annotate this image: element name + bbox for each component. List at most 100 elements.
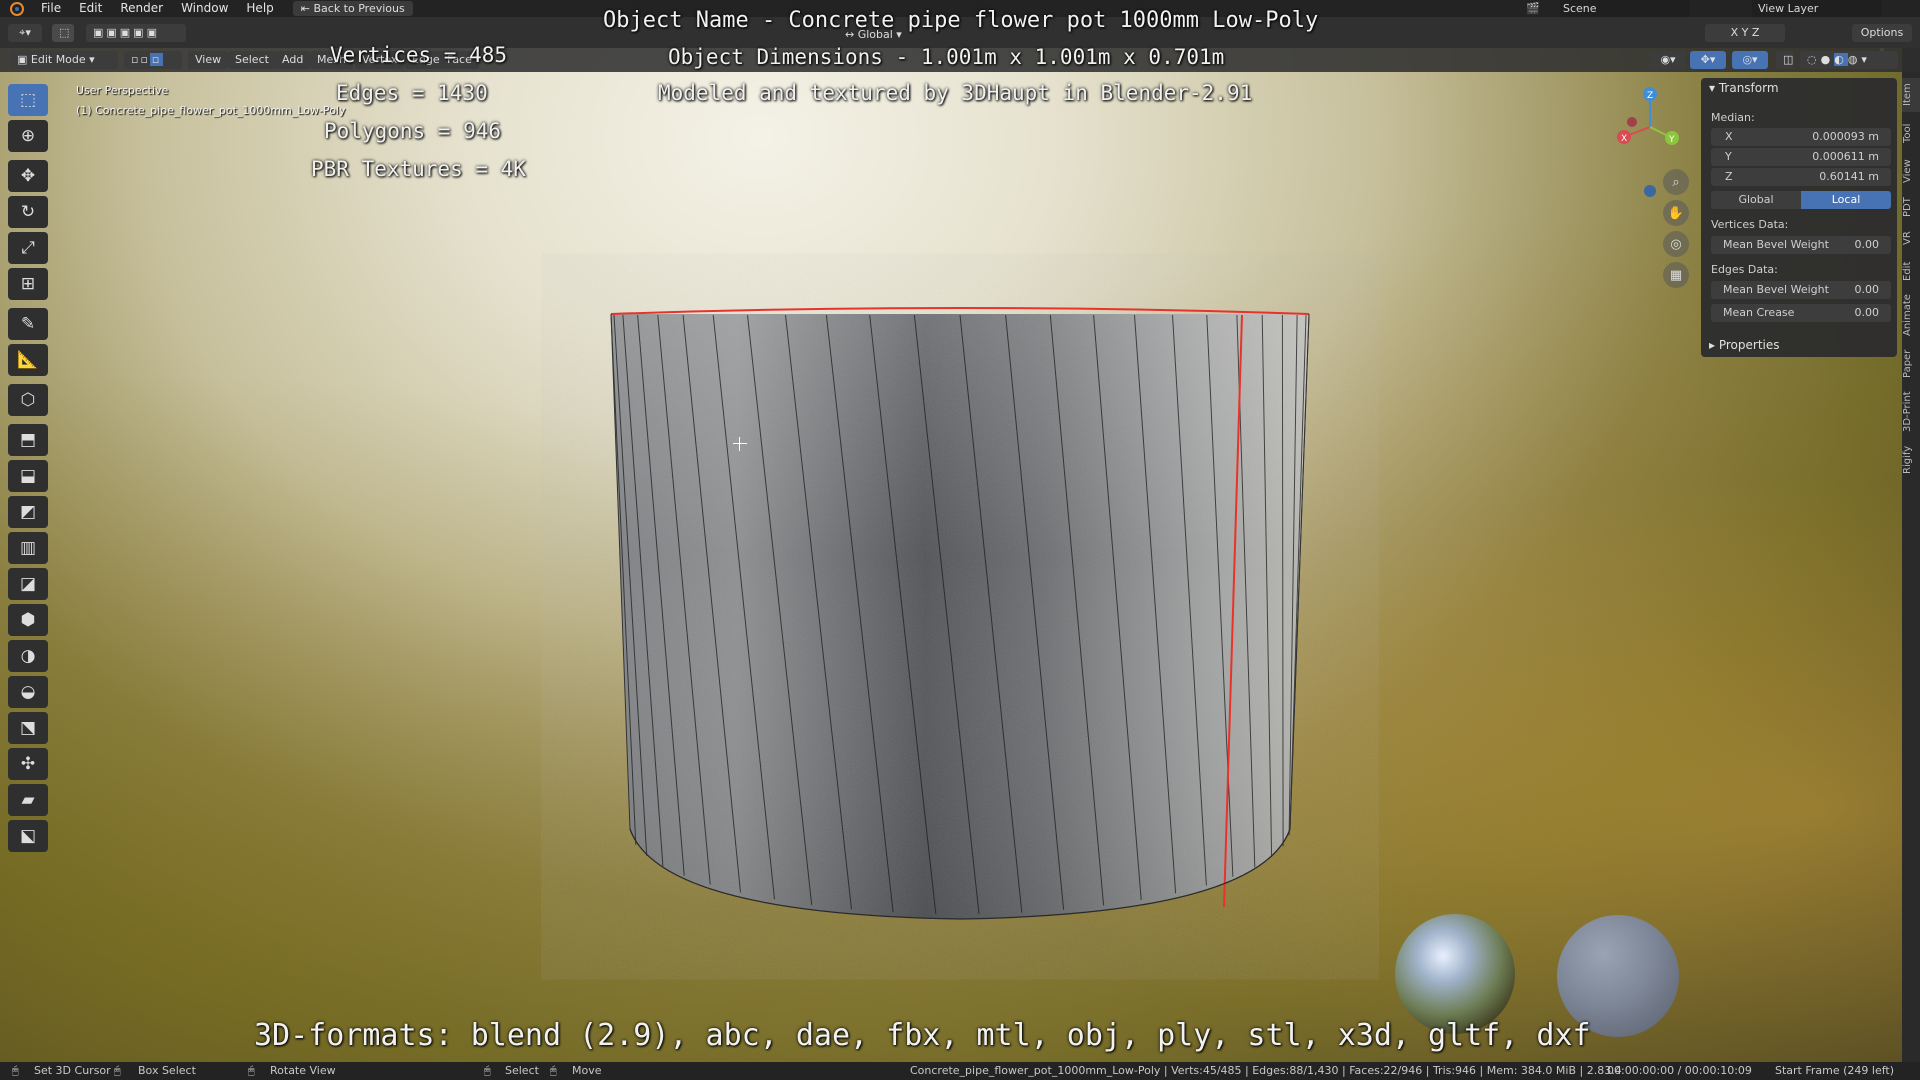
- transform-tool-icon[interactable]: ⊞: [8, 268, 48, 300]
- local-toggle[interactable]: Local: [1801, 191, 1891, 209]
- edges-count: Edges = 1430: [336, 81, 488, 105]
- mouse-move-icon: 🖱: [550, 1064, 557, 1077]
- sidebar-tabs: Item Tool View PDT VR Edit Animate Paper…: [1902, 72, 1920, 1070]
- selection-mode-icons[interactable]: ▣▣▣▣▣: [86, 24, 186, 42]
- gizmo-toggle-icon[interactable]: ✥▾: [1690, 51, 1726, 69]
- tab-view[interactable]: View: [1902, 154, 1920, 188]
- properties-header[interactable]: ▸ Properties: [1709, 338, 1780, 352]
- tab-3d-print[interactable]: 3D-Print: [1902, 388, 1920, 436]
- rotate-tool-icon[interactable]: ↻: [8, 196, 48, 228]
- hint-box-select: Box Select: [138, 1064, 196, 1077]
- tab-item[interactable]: Item: [1902, 78, 1920, 112]
- tab-rigify[interactable]: Rigify: [1902, 440, 1920, 480]
- wire-edge: [1281, 314, 1284, 847]
- menu-select[interactable]: Select: [228, 51, 276, 69]
- zoom-icon[interactable]: ⌕: [1663, 169, 1689, 195]
- cursor-tool-icon[interactable]: ⊕: [8, 120, 48, 152]
- menu-add[interactable]: Add: [275, 51, 311, 69]
- frame-info: Start Frame (249 left): [1775, 1064, 1895, 1077]
- shrink-fatten-tool-icon[interactable]: ✣: [8, 748, 48, 780]
- timeline-time: 00:00:00:00 / 00:00:10:09: [1607, 1064, 1752, 1077]
- vertex-bevel-weight-field[interactable]: Mean Bevel Weight 0.00: [1711, 236, 1891, 254]
- annotate-tool-icon[interactable]: ✎: [8, 308, 48, 340]
- xray-toggle-icon[interactable]: ◫: [1776, 51, 1794, 69]
- move-tool-icon[interactable]: ✥: [8, 160, 48, 192]
- mouse-left-icon: 🖱: [12, 1064, 19, 1077]
- edge-bevel-weight-field[interactable]: Mean Bevel Weight 0.00: [1711, 281, 1891, 299]
- mean-crease-field[interactable]: Mean Crease 0.00: [1711, 304, 1891, 322]
- tab-pdt[interactable]: PDT: [1902, 192, 1920, 222]
- mouse-right-icon: 🖱: [484, 1064, 491, 1077]
- tab-paper[interactable]: Paper: [1902, 344, 1920, 384]
- select-mode-buttons[interactable]: ▫▫ ▫: [124, 51, 182, 69]
- 3d-viewport[interactable]: Z X Y ⌕ ✋ ◎ ▦: [0, 34, 1902, 1070]
- overlay-toggle-icon[interactable]: ◎▾: [1732, 51, 1768, 69]
- loop-cut-tool-icon[interactable]: ▥: [8, 532, 48, 564]
- svg-text:Z: Z: [1647, 91, 1653, 101]
- pan-hand-icon[interactable]: ✋: [1663, 200, 1689, 226]
- perspective-label: User Perspective: [76, 84, 169, 97]
- back-icon: ⇤: [300, 2, 314, 15]
- blender-logo-icon[interactable]: [10, 1, 24, 16]
- knife-tool-icon[interactable]: ◪: [8, 568, 48, 600]
- mouse-middle-icon: 🖱: [248, 1064, 255, 1077]
- visibility-icon[interactable]: ◉▾: [1650, 51, 1686, 69]
- shading-mode-icons[interactable]: ◌●◐◍▾: [1800, 51, 1898, 69]
- options-menu[interactable]: Options ▾: [1852, 24, 1912, 57]
- transform-panel: ▾ Transform Median: X 0.000093 m Y 0.00061…: [1701, 78, 1897, 357]
- polygons-count: Polygons = 946: [324, 119, 502, 143]
- vertices-data-label: Vertices Data:: [1711, 218, 1789, 231]
- textures-label: PBR Textures = 4K: [311, 157, 526, 181]
- smooth-tool-icon[interactable]: ◒: [8, 676, 48, 708]
- hint-move: Move: [572, 1064, 602, 1077]
- transform-header[interactable]: ▾ Transform: [1709, 81, 1779, 95]
- edge-slide-tool-icon[interactable]: ⬔: [8, 712, 48, 744]
- editor-type-icon[interactable]: ⌖▾: [8, 24, 42, 42]
- median-x-field[interactable]: X 0.000093 m: [1711, 128, 1891, 146]
- tab-animate[interactable]: Animate: [1902, 290, 1920, 340]
- vertices-count: Vertices = 485: [330, 43, 508, 67]
- global-toggle[interactable]: Global: [1711, 191, 1801, 209]
- bevel-tool-icon[interactable]: ◩: [8, 496, 48, 528]
- extrude-tool-icon[interactable]: ⬒: [8, 424, 48, 456]
- measure-tool-icon[interactable]: 📐: [8, 344, 48, 376]
- menu-file[interactable]: File: [32, 0, 70, 17]
- add-cube-tool-icon[interactable]: ⬡: [8, 384, 48, 416]
- tool-shelf: ⬚ ⊕ ✥ ↻ ⤢ ⊞ ✎ 📐 ⬡ ⬒ ⬓ ◩ ▥ ◪ ⬢ ◑ ◒ ⬔ ✣ ▰ …: [8, 80, 48, 860]
- poly-build-tool-icon[interactable]: ⬢: [8, 604, 48, 636]
- camera-view-icon[interactable]: ◎: [1663, 231, 1689, 257]
- mouse-drag-icon: 🖱: [114, 1064, 121, 1077]
- tab-vr[interactable]: VR: [1902, 224, 1920, 252]
- select-box-icon[interactable]: ⬚: [52, 24, 74, 42]
- svg-text:X: X: [1621, 134, 1627, 144]
- ortho-grid-icon[interactable]: ▦: [1663, 262, 1689, 288]
- rip-region-tool-icon[interactable]: ⬕: [8, 820, 48, 852]
- hdri-preview-sphere: [1395, 914, 1515, 1034]
- scene-icon[interactable]: 🎬: [1526, 2, 1550, 16]
- median-y-field[interactable]: Y 0.000611 m: [1711, 148, 1891, 166]
- shear-tool-icon[interactable]: ▰: [8, 784, 48, 816]
- object-label: (1) Concrete_pipe_flower_pot_1000mm_Low-…: [76, 104, 346, 117]
- tab-edit[interactable]: Edit: [1902, 256, 1920, 286]
- menu-view[interactable]: View: [188, 51, 229, 69]
- menu-help[interactable]: Help: [237, 0, 282, 17]
- back-to-previous-button[interactable]: ⇤ Back to Previous: [292, 1, 413, 16]
- spin-tool-icon[interactable]: ◑: [8, 640, 48, 672]
- mode-selector[interactable]: ▣ Edit Mode ▾: [10, 51, 118, 69]
- tab-tool[interactable]: Tool: [1902, 116, 1920, 150]
- axis-lock-buttons[interactable]: X Y Z: [1705, 24, 1785, 42]
- inset-tool-icon[interactable]: ⬓: [8, 460, 48, 492]
- view-layer-selector[interactable]: View Layer: [1752, 0, 1882, 17]
- scale-tool-icon[interactable]: ⤢: [8, 232, 48, 264]
- object-name-title: Object Name - Concrete pipe flower pot 1…: [603, 8, 1319, 33]
- select-tool-icon[interactable]: ⬚: [8, 84, 48, 116]
- hint-rotate-view: Rotate View: [270, 1064, 336, 1077]
- selected-top-edge: [610, 307, 1310, 315]
- hint-set-cursor: Set 3D Cursor: [34, 1064, 111, 1077]
- menu-window[interactable]: Window: [172, 0, 237, 17]
- median-z-field[interactable]: Z 0.60141 m: [1711, 168, 1891, 186]
- edges-data-label: Edges Data:: [1711, 263, 1778, 276]
- scene-selector[interactable]: Scene: [1560, 0, 1690, 17]
- menu-edit[interactable]: Edit: [70, 0, 111, 17]
- menu-render[interactable]: Render: [111, 0, 172, 17]
